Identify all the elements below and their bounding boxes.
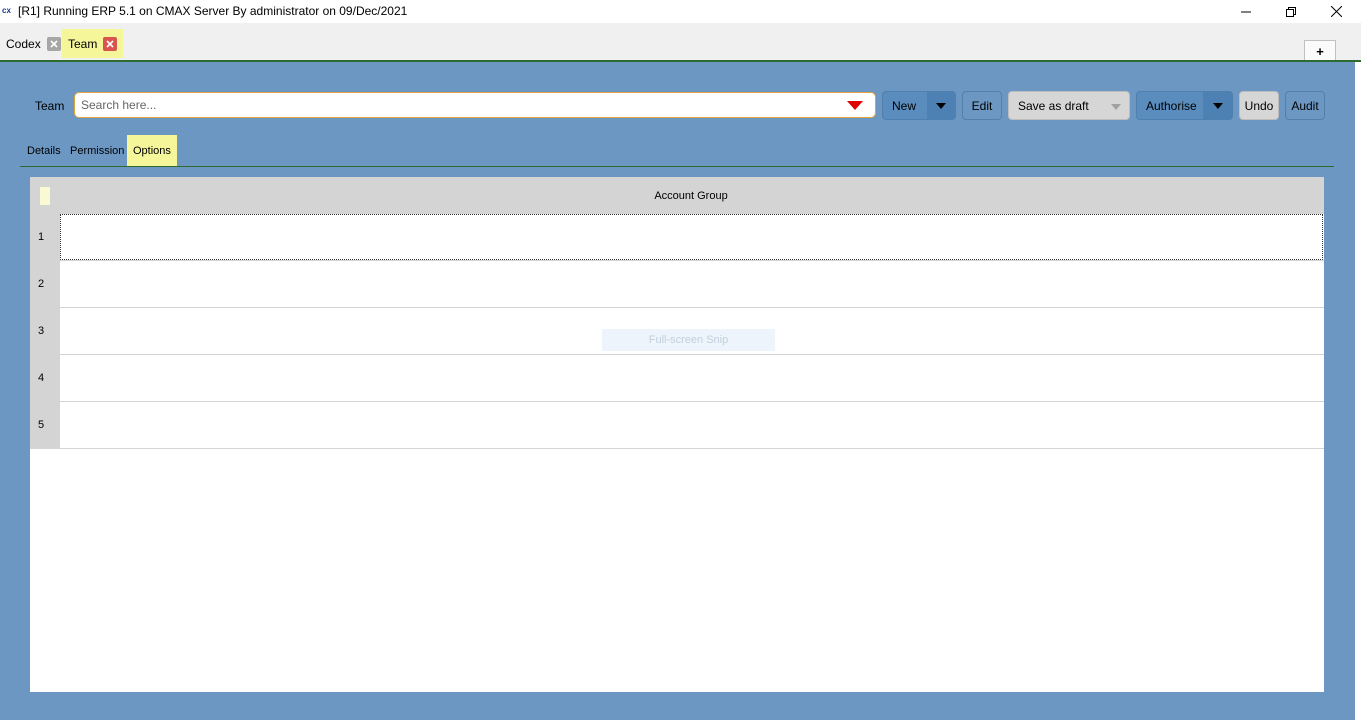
audit-button[interactable]: Audit <box>1285 91 1325 120</box>
minimize-button[interactable] <box>1223 0 1269 23</box>
document-tab-strip: Codex Team + <box>0 23 1361 61</box>
close-tab-team-icon[interactable] <box>103 36 118 51</box>
restore-button[interactable] <box>1268 0 1314 23</box>
account-group-cell[interactable] <box>60 214 1323 260</box>
new-button[interactable]: New <box>882 91 956 120</box>
doc-tab-team[interactable]: Team <box>62 29 124 58</box>
account-group-grid: Account Group 1 2 3 4 5 <box>30 177 1324 692</box>
tab-details[interactable]: Details <box>21 135 67 167</box>
grid-header: Account Group <box>30 177 1324 214</box>
minimize-icon <box>1241 11 1251 12</box>
search-input[interactable] <box>75 93 835 117</box>
table-row: 1 <box>30 214 1324 261</box>
select-all-cell[interactable] <box>40 187 50 205</box>
tab-options[interactable]: Options <box>127 135 177 167</box>
row-number[interactable]: 2 <box>30 261 60 307</box>
main-panel: Team New Edit Save as draft Authorise Un… <box>0 62 1355 720</box>
chevron-down-icon <box>1111 104 1121 110</box>
doc-tab-codex[interactable]: Codex <box>0 29 67 58</box>
save-as-draft-button[interactable]: Save as draft <box>1008 91 1130 120</box>
account-group-cell[interactable] <box>60 402 1323 448</box>
table-row: 2 <box>30 261 1324 308</box>
app-logo-icon: cx <box>2 6 11 15</box>
new-button-label: New <box>892 98 917 113</box>
dropdown-caret-icon[interactable] <box>847 101 863 110</box>
close-tab-codex-icon[interactable] <box>46 36 61 51</box>
team-field-label: Team <box>35 99 65 113</box>
add-tab-button[interactable]: + <box>1304 40 1336 61</box>
snip-overlay-label: Full-screen Snip <box>602 329 775 351</box>
authorise-dropdown-button[interactable] <box>1203 92 1232 119</box>
chevron-down-icon <box>936 103 946 109</box>
tab-permission[interactable]: Permission <box>64 135 130 167</box>
account-group-cell[interactable] <box>60 261 1323 307</box>
close-icon <box>1330 6 1342 17</box>
restore-icon <box>1286 6 1296 17</box>
save-draft-label: Save as draft <box>1018 98 1089 113</box>
table-row: 4 <box>30 355 1324 402</box>
undo-button[interactable]: Undo <box>1239 91 1279 120</box>
title-bar: cx [R1] Running ERP 5.1 on CMAX Server B… <box>0 0 1361 23</box>
authorise-label: Authorise <box>1146 98 1197 113</box>
chevron-down-icon <box>1213 103 1223 109</box>
window-edge <box>1355 62 1361 720</box>
column-header-account-group[interactable]: Account Group <box>60 177 1322 214</box>
new-dropdown-button[interactable] <box>927 92 955 119</box>
row-number[interactable]: 1 <box>30 214 60 260</box>
subtab-divider <box>20 166 1334 167</box>
window-title: [R1] Running ERP 5.1 on CMAX Server By a… <box>18 4 408 18</box>
table-row: 5 <box>30 402 1324 449</box>
row-number[interactable]: 4 <box>30 355 60 401</box>
doc-tab-label: Codex <box>6 36 41 51</box>
account-group-cell[interactable] <box>60 355 1323 401</box>
row-number[interactable]: 3 <box>30 308 60 354</box>
team-search-combobox[interactable] <box>74 92 876 118</box>
doc-tab-label: Team <box>68 36 98 51</box>
edit-button[interactable]: Edit <box>962 91 1002 120</box>
authorise-button[interactable]: Authorise <box>1136 91 1233 120</box>
row-number[interactable]: 5 <box>30 402 60 448</box>
close-window-button[interactable] <box>1313 0 1359 23</box>
